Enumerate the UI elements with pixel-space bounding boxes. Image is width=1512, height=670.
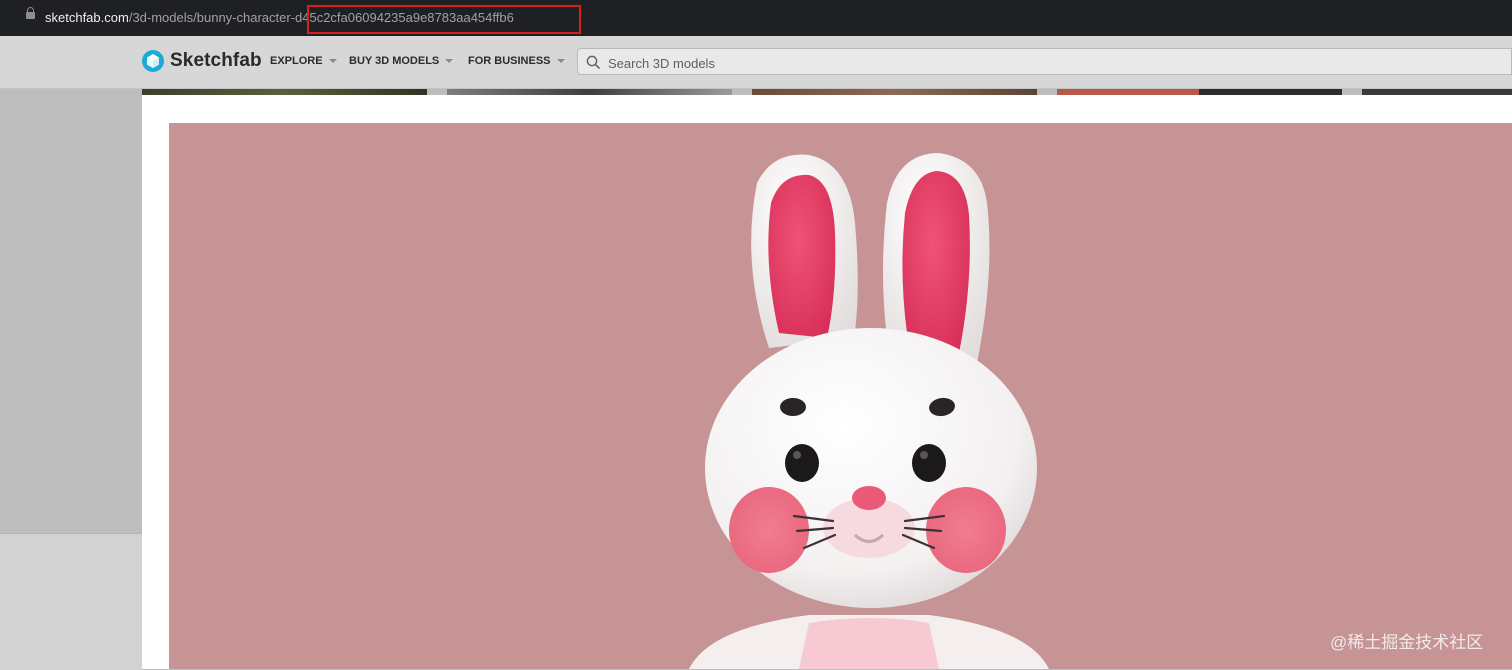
- nav-explore[interactable]: EXPLORE: [270, 55, 337, 67]
- nav-business-label: FOR BUSINESS: [468, 55, 551, 67]
- sketchfab-logo-icon: [142, 50, 164, 72]
- annotation-highlight-box: [307, 5, 581, 34]
- nav-buy-3d-models[interactable]: BUY 3D MODELS: [349, 55, 454, 67]
- sketchfab-logo[interactable]: Sketchfab: [142, 48, 262, 74]
- brand-name: Sketchfab: [170, 50, 262, 71]
- left-ear: [751, 154, 858, 348]
- search-input[interactable]: [606, 52, 1490, 74]
- nav-for-business[interactable]: FOR BUSINESS: [468, 55, 565, 67]
- chevron-down-icon: [328, 59, 337, 64]
- nav-buy-label: BUY 3D MODELS: [349, 55, 440, 67]
- watermark-text: @稀土掘金技术社区: [1330, 633, 1484, 652]
- chevron-down-icon: [445, 59, 454, 64]
- url-path: /3d-models/bunny-character: [128, 10, 291, 25]
- 3d-model-viewer[interactable]: [169, 123, 1512, 669]
- site-header: Sketchfab EXPLORE BUY 3D MODELS FOR BUSI…: [0, 36, 1512, 89]
- background-page: [0, 89, 142, 533]
- search-icon: [586, 55, 600, 69]
- background-footer-area: [0, 533, 142, 670]
- chevron-down-icon: [556, 59, 565, 64]
- url-host: sketchfab.com: [45, 10, 129, 25]
- nav-explore-label: EXPLORE: [270, 55, 323, 67]
- search-box[interactable]: [577, 48, 1512, 75]
- bunny-character-model: [689, 153, 1049, 669]
- browser-url-bar[interactable]: sketchfab.com/3d-models/bunny-character-…: [0, 0, 1512, 36]
- lock-icon: [26, 7, 35, 23]
